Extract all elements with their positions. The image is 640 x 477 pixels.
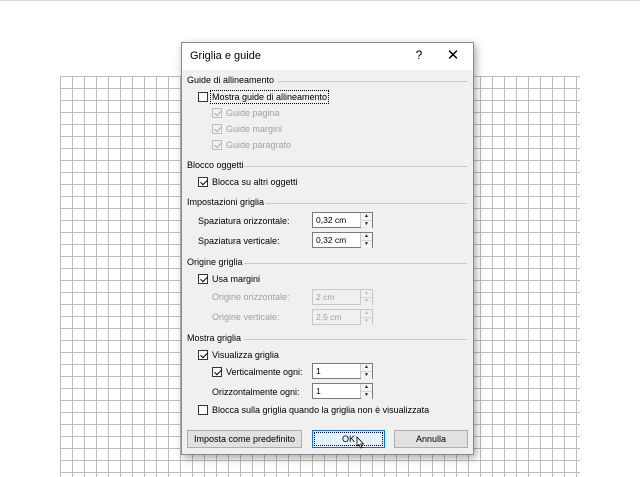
spin-buttons: ▲ ▼: [360, 290, 372, 305]
horizontal-origin-stepper: 2 cm ▲ ▼: [312, 289, 373, 305]
paragraph-guides-checkbox: Guide paragrafo: [212, 140, 291, 150]
vertical-spacing-stepper[interactable]: 0,32 cm ▲ ▼: [312, 232, 373, 248]
horizontal-every-stepper[interactable]: 1 ▲ ▼: [312, 383, 373, 399]
horizontal-every-value[interactable]: 1: [313, 384, 360, 398]
spin-up-icon[interactable]: ▲: [361, 233, 372, 240]
show-guides-label: Mostra guide di allineamento: [209, 90, 330, 104]
section-divider: [244, 166, 467, 167]
vertical-every-value[interactable]: 1: [313, 364, 360, 378]
show-gridlines-label: Visualizza griglia: [212, 350, 279, 360]
checkbox-box[interactable]: [198, 274, 208, 284]
section-divider: [278, 81, 467, 82]
vertical-spacing-value[interactable]: 0,32 cm: [313, 233, 360, 247]
horizontal-origin-label: Origine orizzontale:: [212, 292, 290, 302]
spin-up-icon[interactable]: ▲: [361, 384, 372, 391]
spin-up-icon[interactable]: ▲: [361, 364, 372, 371]
vertical-every-checkbox[interactable]: Verticalmente ogni:: [212, 367, 303, 377]
section-alignment-guides: Guide di allineamento: [187, 75, 275, 85]
section-divider: [244, 263, 467, 264]
grid-and-guides-dialog: Griglia e guide ? ✕ Guide di allineament…: [181, 42, 474, 455]
use-margins-label: Usa margini: [212, 274, 261, 284]
spin-up-icon: ▲: [361, 310, 372, 317]
spin-down-icon: ▼: [361, 297, 372, 305]
use-margins-checkbox[interactable]: Usa margini: [198, 274, 260, 284]
dialog-title: Griglia e guide: [190, 50, 261, 62]
close-icon[interactable]: ✕: [444, 46, 462, 64]
spin-buttons: ▲ ▼: [360, 233, 372, 248]
help-icon[interactable]: ?: [412, 48, 426, 62]
paragraph-guides-label: Guide paragrafo: [226, 140, 292, 150]
checkbox-box: [212, 108, 222, 118]
spin-buttons: ▲ ▼: [360, 384, 372, 399]
spin-up-icon[interactable]: ▲: [361, 213, 372, 220]
spin-buttons: ▲ ▼: [360, 213, 372, 228]
spin-down-icon[interactable]: ▼: [361, 220, 372, 228]
section-show-grid: Mostra griglia: [187, 333, 242, 343]
snap-to-objects-label: Blocca su altri oggetti: [212, 177, 298, 187]
spin-down-icon[interactable]: ▼: [361, 371, 372, 379]
horizontal-origin-value: 2 cm: [316, 292, 335, 302]
margin-guides-label: Guide margini: [226, 124, 283, 134]
top-divider: [0, 0, 640, 1]
dialog-titlebar: Griglia e guide ? ✕: [182, 43, 473, 70]
spin-buttons: ▲ ▼: [360, 310, 372, 325]
spin-up-icon: ▲: [361, 290, 372, 297]
spin-down-icon[interactable]: ▼: [361, 391, 372, 399]
checkbox-box[interactable]: [198, 350, 208, 360]
horizontal-spacing-value[interactable]: 0,32 cm: [313, 213, 360, 227]
vertical-origin-label: Origine verticale:: [212, 312, 280, 322]
snap-when-hidden-checkbox[interactable]: Blocca sulla griglia quando la griglia n…: [198, 405, 429, 415]
cancel-button[interactable]: Annulla: [394, 430, 468, 448]
checkbox-box[interactable]: [198, 405, 208, 415]
margin-guides-checkbox: Guide margini: [212, 124, 282, 134]
show-guides-checkbox[interactable]: Mostra guide di allineamento: [198, 90, 330, 104]
spin-down-icon: ▼: [361, 317, 372, 325]
section-grid-origin: Origine griglia: [187, 257, 243, 267]
section-grid-settings: Impostazioni griglia: [187, 197, 265, 207]
ok-button[interactable]: OK: [312, 430, 385, 448]
section-divider: [244, 339, 467, 340]
checkbox-box: [212, 140, 222, 150]
vertical-origin-stepper: 2,5 cm ▲ ▼: [312, 309, 373, 325]
spin-down-icon[interactable]: ▼: [361, 240, 372, 248]
checkbox-box: [212, 124, 222, 134]
horizontal-spacing-label: Spaziatura orizzontale:: [198, 216, 290, 226]
snap-when-hidden-label: Blocca sulla griglia quando la griglia n…: [212, 405, 430, 415]
section-divider: [266, 203, 467, 204]
checkbox-box[interactable]: [212, 367, 222, 377]
checkbox-box[interactable]: [198, 177, 208, 187]
snap-to-objects-checkbox[interactable]: Blocca su altri oggetti: [198, 177, 298, 187]
vertical-spacing-label: Spaziatura verticale:: [198, 236, 280, 246]
spin-buttons: ▲ ▼: [360, 364, 372, 379]
horizontal-spacing-stepper[interactable]: 0,32 cm ▲ ▼: [312, 212, 373, 228]
page-guides-label: Guide pagina: [226, 108, 280, 118]
set-as-default-button[interactable]: Imposta come predefinito: [187, 430, 302, 448]
horizontal-every-label: Orizzontalmente ogni:: [212, 387, 300, 397]
vertical-origin-value: 2,5 cm: [316, 312, 342, 322]
section-object-snap: Blocco oggetti: [187, 160, 244, 170]
show-gridlines-checkbox[interactable]: Visualizza griglia: [198, 350, 279, 360]
page-guides-checkbox: Guide pagina: [212, 108, 280, 118]
vertical-every-stepper[interactable]: 1 ▲ ▼: [312, 363, 373, 379]
mouse-cursor-icon: [356, 436, 365, 449]
vertical-every-label: Verticalmente ogni:: [226, 367, 303, 377]
checkbox-box[interactable]: [198, 92, 208, 102]
